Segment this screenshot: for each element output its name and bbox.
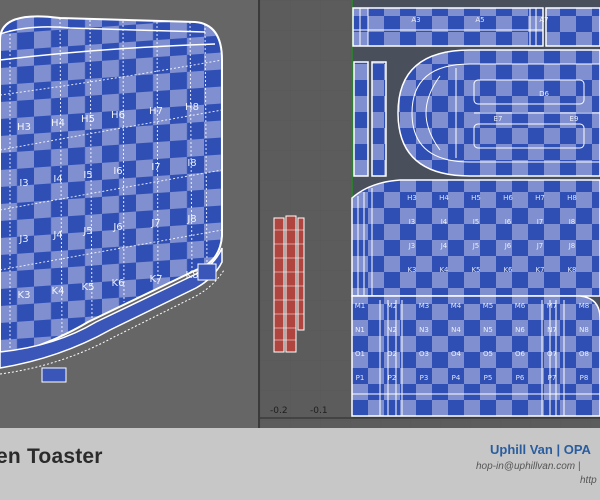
checker-label: O4 xyxy=(451,350,462,358)
checker-label: H3 xyxy=(407,194,417,202)
toaster-model: H3 H4 H5 H6 H7 H8 I3 I4 I5 I6 I7 I8 J3 J4 J5 J6 J7 J8 K3 K4… xyxy=(0,15,225,383)
contact-email[interactable]: hop-in@uphillvan.com | xyxy=(476,461,580,472)
checker-label: N3 xyxy=(419,326,429,334)
checker-label: I6 xyxy=(113,166,122,177)
checker-label: N4 xyxy=(451,326,461,334)
checker-label: O7 xyxy=(547,350,557,358)
checker-label: M7 xyxy=(547,302,558,310)
checker-label: P3 xyxy=(420,374,429,382)
checker-label: A7 xyxy=(539,16,548,24)
website-link[interactable]: http xyxy=(580,475,597,486)
checker-label: H5 xyxy=(471,194,481,202)
checker-label: I3 xyxy=(409,218,416,226)
checker-label: K8 xyxy=(567,266,576,274)
checker-label: K6 xyxy=(503,266,513,274)
checker-label: M2 xyxy=(387,302,398,310)
checker-label: I6 xyxy=(505,218,512,226)
checker-label: I3 xyxy=(19,178,28,189)
checker-label: M8 xyxy=(579,302,590,310)
checker-label: H4 xyxy=(51,118,65,129)
checker-label: K7 xyxy=(150,274,163,285)
checker-label: M5 xyxy=(483,302,494,310)
checker-label: I8 xyxy=(187,158,196,169)
checker-label: H3 xyxy=(17,122,31,133)
checker-label: J7 xyxy=(150,218,160,229)
checker-label: K3 xyxy=(18,290,31,301)
checker-label: H7 xyxy=(149,106,163,117)
checker-label: O2 xyxy=(387,350,397,358)
3d-viewport[interactable]: H3 H4 H5 H6 H7 H8 I3 I4 I5 I6 I7 I8 J3 J4 J5 J6 J7 J8 K3 K4… xyxy=(0,0,258,428)
checker-label: H8 xyxy=(567,194,577,202)
checker-label: J6 xyxy=(504,242,512,250)
checker-label: P8 xyxy=(580,374,589,382)
checker-label: H4 xyxy=(439,194,449,202)
checker-label: I4 xyxy=(53,174,62,185)
brand-name[interactable]: Uphill Van | OPA xyxy=(490,442,591,457)
checker-label: P4 xyxy=(452,374,461,382)
checker-label: N8 xyxy=(579,326,589,334)
checker-label: D6 xyxy=(539,90,549,98)
checker-label: O8 xyxy=(579,350,589,358)
checker-label: P7 xyxy=(548,374,557,382)
checker-label: E9 xyxy=(570,115,579,123)
checker-label: P5 xyxy=(484,374,493,382)
checker-label: I7 xyxy=(151,162,160,173)
checker-label: N2 xyxy=(387,326,397,334)
checker-label: O5 xyxy=(483,350,493,358)
checker-label: K4 xyxy=(52,286,65,297)
checker-label: J3 xyxy=(408,242,416,250)
checker-label: P6 xyxy=(516,374,525,382)
checker-label: M6 xyxy=(515,302,526,310)
checker-label: A5 xyxy=(475,16,484,24)
checker-label: J8 xyxy=(568,242,576,250)
checker-label: J8 xyxy=(186,214,196,225)
checker-label: H5 xyxy=(81,114,95,125)
checker-label: J4 xyxy=(52,230,62,241)
checker-label: H7 xyxy=(535,194,545,202)
checker-label: K7 xyxy=(535,266,544,274)
axis-tick-label: -0.2 xyxy=(270,406,288,416)
checker-label: K8 xyxy=(186,270,199,281)
checker-label: I4 xyxy=(441,218,448,226)
checker-label: J7 xyxy=(536,242,544,250)
checker-label: I5 xyxy=(83,170,92,181)
checker-label: I5 xyxy=(473,218,480,226)
checker-label: I7 xyxy=(537,218,544,226)
checker-label: P1 xyxy=(356,374,365,382)
checker-label: K6 xyxy=(112,278,125,289)
checker-label: H6 xyxy=(111,110,125,121)
checker-label: H6 xyxy=(503,194,513,202)
checker-label: J5 xyxy=(82,226,92,237)
checker-label: P2 xyxy=(388,374,397,382)
checker-label: I8 xyxy=(569,218,576,226)
uv-layout: A3 A5 A7 D6 E7 E9 H3 H4 H5 H6 H7 H8 I3 I4 I5 I6 I7 I8 J3 J4… xyxy=(260,0,600,428)
checker-label: J6 xyxy=(112,222,122,233)
checker-label: N6 xyxy=(515,326,525,334)
checker-label: K4 xyxy=(439,266,449,274)
checker-label: N7 xyxy=(547,326,557,334)
uv-editor[interactable]: A3 A5 A7 D6 E7 E9 H3 H4 H5 H6 H7 H8 I3 I4 I5 I6 I7 I8 J3 J4… xyxy=(260,0,600,428)
checker-label: K3 xyxy=(407,266,416,274)
checker-label: J4 xyxy=(440,242,448,250)
screen: H3 H4 H5 H6 H7 H8 I3 I4 I5 I6 I7 I8 J3 J4 J5 J6 J7 J8 K3 K4… xyxy=(0,0,600,500)
axis-tick-label: -0.1 xyxy=(310,406,328,416)
checker-label: H8 xyxy=(185,102,199,113)
checker-label: N1 xyxy=(355,326,365,334)
checker-label: O6 xyxy=(515,350,526,358)
checker-label: K5 xyxy=(471,266,480,274)
checker-label: J3 xyxy=(18,234,28,245)
checker-label: K5 xyxy=(82,282,95,293)
checker-label: J5 xyxy=(472,242,480,250)
checker-label: M3 xyxy=(419,302,430,310)
checker-label: E7 xyxy=(494,115,503,123)
checker-label: M1 xyxy=(355,302,366,310)
product-title: en Toaster xyxy=(0,445,103,468)
checker-label: A3 xyxy=(411,16,420,24)
footer-bar: en Toaster Uphill Van | OPA hop-in@uphil… xyxy=(0,428,600,500)
checker-label: M4 xyxy=(451,302,462,310)
checker-label: N5 xyxy=(483,326,493,334)
checker-label: O1 xyxy=(355,350,365,358)
checker-label: O3 xyxy=(419,350,429,358)
